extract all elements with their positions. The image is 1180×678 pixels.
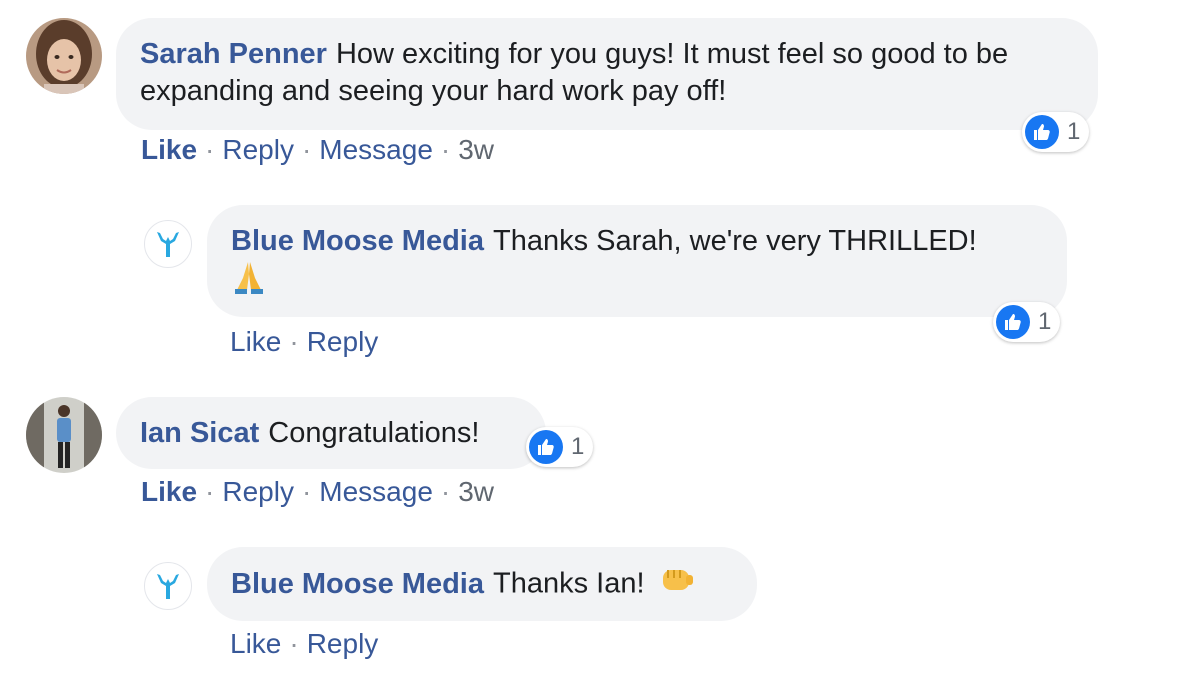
like-link[interactable]: Like bbox=[141, 476, 197, 507]
like-reaction-icon bbox=[529, 430, 563, 464]
reply-link[interactable]: Reply bbox=[222, 134, 294, 165]
reaction-badge[interactable]: 1 bbox=[1022, 112, 1090, 152]
reply-actions: Like · Reply bbox=[230, 325, 378, 359]
separator-dot: · bbox=[301, 476, 312, 507]
comment-bubble: Ian Sicat Congratulations! bbox=[116, 397, 546, 469]
comment-actions: Like · Reply · Message · 3w bbox=[141, 475, 494, 509]
moose-logo-icon bbox=[157, 232, 179, 257]
timestamp[interactable]: 3w bbox=[458, 134, 494, 165]
comment-bubble: Sarah Penner How exciting for you guys! I… bbox=[116, 18, 1098, 130]
reply-author[interactable]: Blue Moose Media bbox=[231, 225, 484, 257]
reply-link[interactable]: Reply bbox=[222, 476, 294, 507]
reply-actions: Like · Reply bbox=[230, 627, 378, 661]
reaction-count: 1 bbox=[1067, 118, 1081, 145]
comment-author[interactable]: Sarah Penner bbox=[140, 38, 327, 70]
reply-link[interactable]: Reply bbox=[307, 326, 379, 357]
like-link[interactable]: Like bbox=[230, 628, 281, 659]
separator-dot: · bbox=[440, 134, 451, 165]
moose-logo-icon bbox=[157, 574, 179, 599]
like-reaction-icon bbox=[996, 305, 1030, 339]
reply-bubble: Blue Moose Media Thanks Ian! bbox=[207, 547, 757, 621]
reply-bubble: Blue Moose Media Thanks Sarah, we're very… bbox=[207, 205, 1067, 317]
avatar-sarah-penner[interactable] bbox=[26, 18, 102, 94]
separator-dot: · bbox=[205, 134, 215, 165]
reaction-badge[interactable]: 1 bbox=[526, 427, 594, 467]
reply-text: Thanks Ian! bbox=[493, 567, 645, 600]
reply-author[interactable]: Blue Moose Media bbox=[231, 568, 484, 600]
reaction-count: 1 bbox=[1038, 308, 1052, 335]
separator-dot: · bbox=[289, 326, 299, 357]
fist-bump-emoji bbox=[659, 565, 695, 605]
comment-author[interactable]: Ian Sicat bbox=[140, 417, 259, 449]
separator-dot: · bbox=[205, 476, 215, 507]
reply-text: Thanks Sarah, we're very THRILLED! bbox=[493, 225, 977, 257]
separator-dot: · bbox=[301, 134, 312, 165]
like-link[interactable]: Like bbox=[230, 326, 281, 357]
separator-dot: · bbox=[440, 476, 451, 507]
folded-hands-emoji bbox=[231, 260, 267, 304]
like-reaction-icon bbox=[1025, 115, 1059, 149]
message-link[interactable]: Message bbox=[319, 476, 433, 507]
reaction-badge[interactable]: 1 bbox=[993, 302, 1061, 342]
avatar-ian-sicat[interactable] bbox=[26, 397, 102, 473]
avatar-blue-moose-media[interactable] bbox=[144, 562, 192, 610]
comment-actions: Like · Reply · Message · 3w bbox=[141, 133, 494, 167]
timestamp[interactable]: 3w bbox=[458, 476, 494, 507]
like-link[interactable]: Like bbox=[141, 134, 197, 165]
separator-dot: · bbox=[289, 628, 299, 659]
reply-link[interactable]: Reply bbox=[307, 628, 379, 659]
avatar-blue-moose-media[interactable] bbox=[144, 220, 192, 268]
message-link[interactable]: Message bbox=[319, 134, 433, 165]
comment-text: Congratulations! bbox=[268, 417, 480, 449]
reaction-count: 1 bbox=[571, 433, 585, 460]
